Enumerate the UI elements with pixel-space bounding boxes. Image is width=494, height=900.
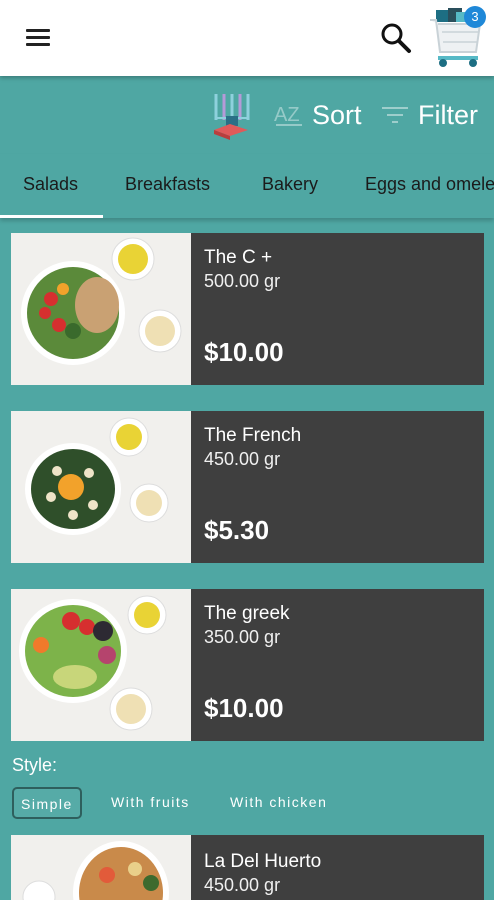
product-card[interactable]: The French 450.00 gr $5.30 <box>11 411 484 563</box>
filter-icon <box>382 103 410 127</box>
product-name: The greek <box>204 603 290 624</box>
svg-text:AZ: AZ <box>274 104 300 126</box>
sort-label: Sort <box>312 99 362 130</box>
product-image <box>11 411 191 563</box>
cart-button[interactable]: 3 <box>426 4 486 70</box>
product-name: La Del Huerto <box>204 851 322 872</box>
tab-breakfasts[interactable]: Breakfasts <box>125 174 210 195</box>
tab-eggs-and-omelettes[interactable]: Eggs and omele <box>365 174 494 195</box>
filter-label: Filter <box>418 99 478 130</box>
active-tab-indicator <box>0 215 103 218</box>
product-card[interactable]: The greek 350.00 gr $10.00 <box>11 589 484 741</box>
toolbar: AZ Sort Filter <box>0 76 494 154</box>
style-chip-with-fruits[interactable]: With fruits <box>111 787 190 819</box>
product-weight: 350.00 gr <box>204 627 281 647</box>
search-icon[interactable] <box>378 20 414 56</box>
sort-az-icon: AZ <box>274 104 302 126</box>
product-image <box>11 589 191 741</box>
product-weight: 450.00 gr <box>204 875 281 895</box>
product-price: $10.00 <box>204 337 284 367</box>
product-name: The C + <box>204 247 273 268</box>
sort-button[interactable]: AZ Sort <box>274 98 362 132</box>
product-card[interactable]: La Del Huerto 450.00 gr <box>11 835 484 900</box>
product-image <box>11 835 191 900</box>
product-price: $5.30 <box>204 515 270 545</box>
category-tabs: Salads Breakfasts Bakery Eggs and omele <box>0 154 494 218</box>
tab-bakery[interactable]: Bakery <box>262 174 318 195</box>
tab-salads[interactable]: Salads <box>23 174 78 195</box>
product-weight: 500.00 gr <box>204 271 281 291</box>
product-name: The French <box>204 425 302 446</box>
product-image <box>11 233 191 385</box>
product-price: $10.00 <box>204 693 284 723</box>
cart-count-badge: 3 <box>464 6 486 28</box>
style-chip-simple[interactable]: Simple <box>12 787 82 819</box>
menu-icon[interactable] <box>24 26 52 50</box>
product-card[interactable]: The C + 500.00 gr $10.00 <box>11 233 484 385</box>
category-tree-icon[interactable] <box>208 90 252 140</box>
style-filter-label: Style: <box>12 755 58 775</box>
filter-button[interactable]: Filter <box>382 98 478 132</box>
style-chip-with-chicken[interactable]: With chicken <box>230 787 327 819</box>
app-bar: 3 <box>0 0 494 76</box>
product-weight: 450.00 gr <box>204 449 281 469</box>
